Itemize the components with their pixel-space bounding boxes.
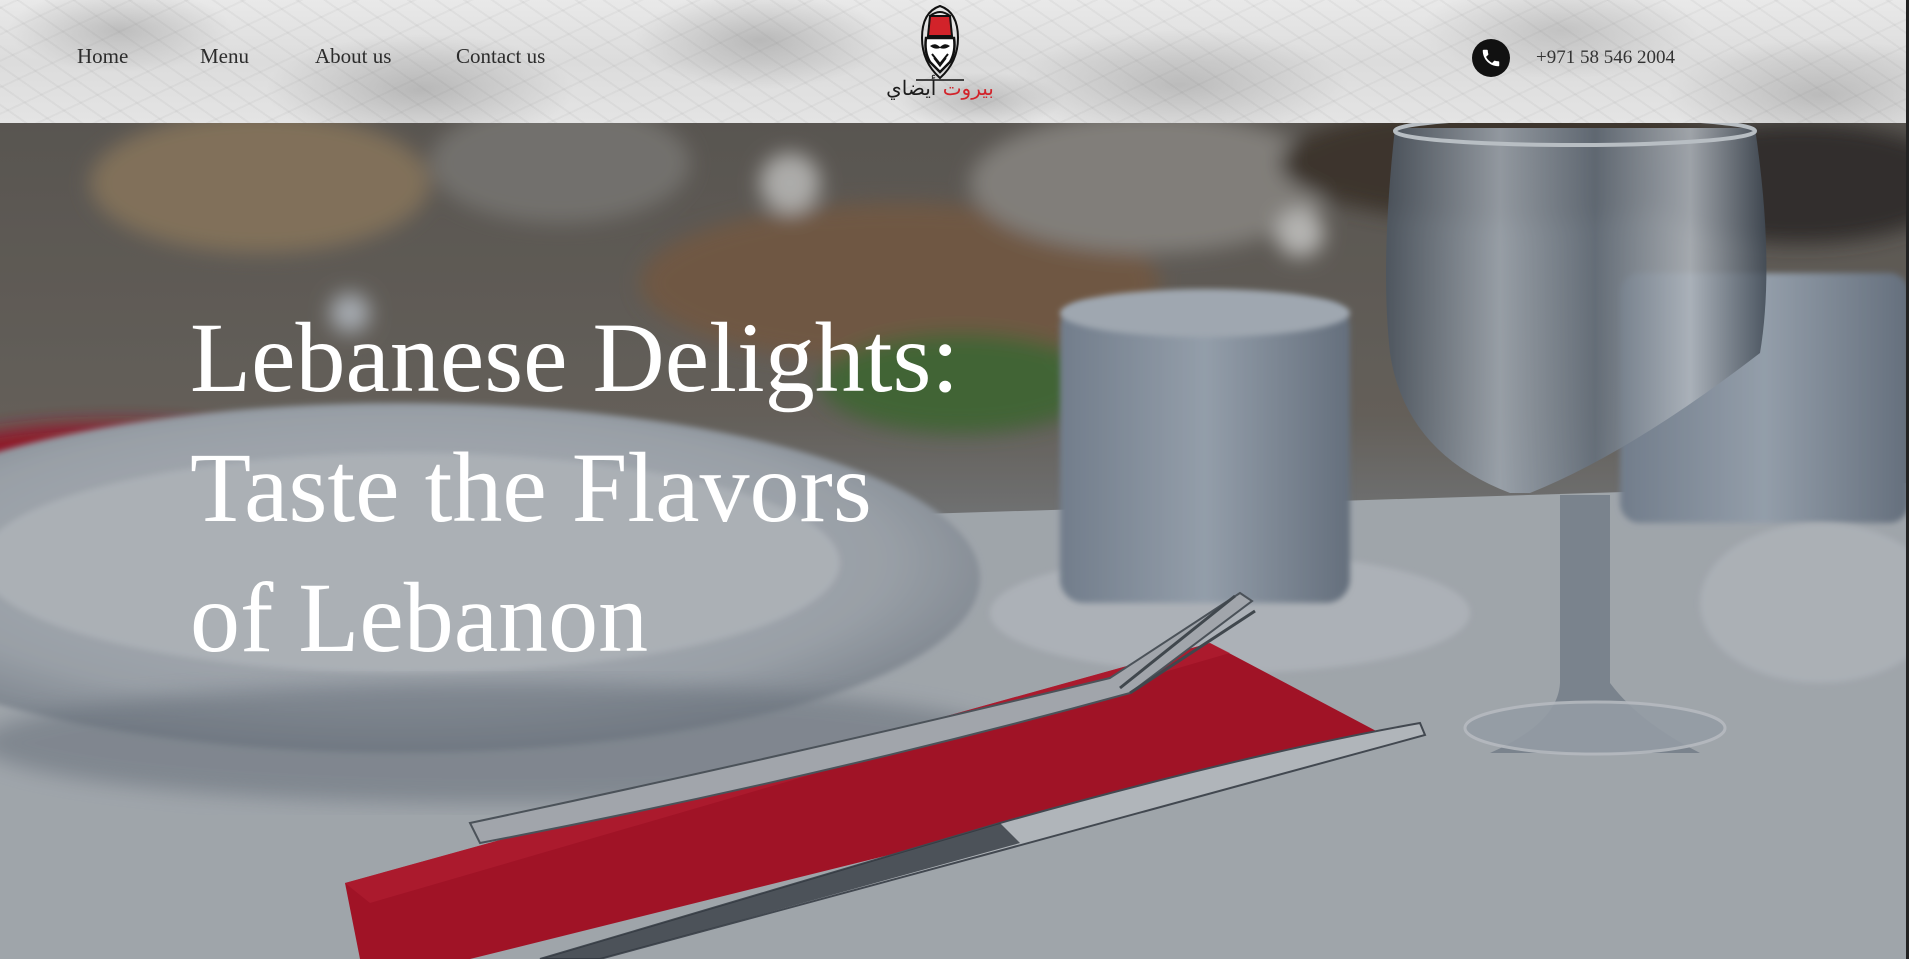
phone-number-link[interactable]: +971 58 546 2004 (1536, 47, 1675, 69)
hero-title: Lebanese Delights: Taste the Flavors of … (190, 302, 960, 673)
nav-contact-link[interactable]: Contact us (456, 44, 545, 69)
site-logo[interactable]: بيروت أيضاي (880, 2, 1000, 110)
phone-icon[interactable] (1472, 39, 1510, 77)
logo-wordmark: بيروت أيضاي (880, 76, 1000, 100)
logo-wordmark-black: أيضاي (886, 76, 937, 100)
site-header: Home Menu About us Contact us بيروت أيضا… (0, 0, 1909, 123)
phone-contact: +971 58 546 2004 (1472, 38, 1675, 78)
nav-home-link[interactable]: Home (77, 44, 128, 69)
logo-wordmark-red: بيروت (942, 76, 994, 100)
nav-menu-link[interactable]: Menu (200, 44, 249, 69)
fez-man-logo-icon (916, 4, 964, 81)
hero-section: Lebanese Delights: Taste the Flavors of … (0, 123, 1909, 959)
nav-about-link[interactable]: About us (315, 44, 391, 69)
